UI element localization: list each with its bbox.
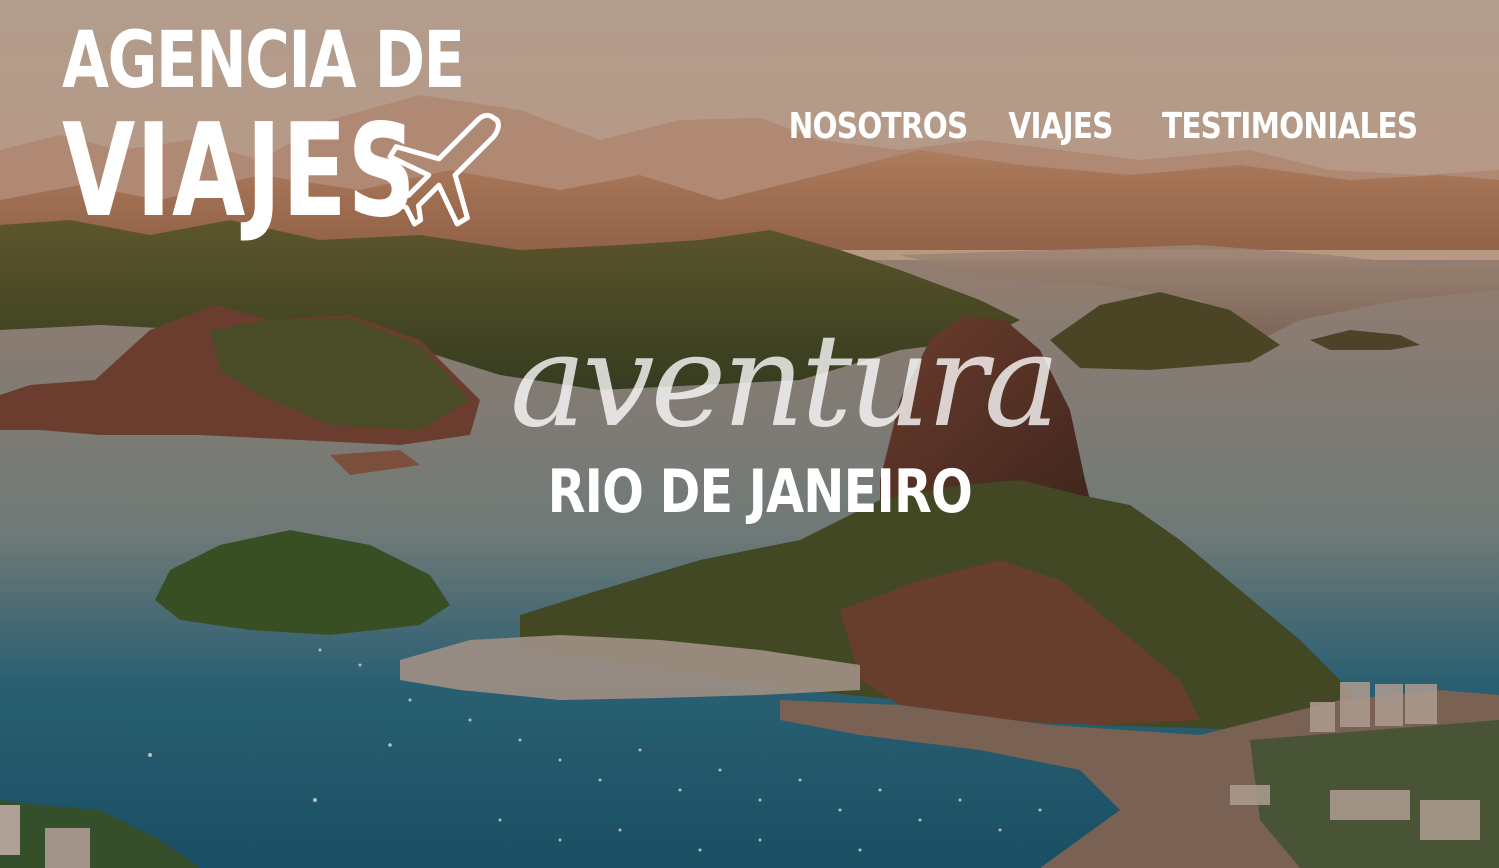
nav-link-nosotros[interactable]: NOSOTROS — [788, 106, 968, 147]
hero-destination-text: RIO DE JANEIRO — [547, 457, 973, 527]
hero-section: AGENCIA DE VIAJES NOSOTROS VIAJES TESTIM… — [0, 0, 1499, 868]
main-navigation: NOSOTROS VIAJES TESTIMONIALES — [783, 106, 1431, 147]
logo-line-agencia: AGENCIA DE — [62, 16, 465, 106]
brand-logo[interactable]: AGENCIA DE VIAJES — [62, 16, 512, 236]
nav-link-testimoniales[interactable]: TESTIMONIALES — [1162, 106, 1418, 147]
nav-link-viajes[interactable]: VIAJES — [1008, 106, 1113, 147]
logo-line-viajes: VIAJES — [62, 97, 417, 246]
airplane-icon — [387, 112, 501, 227]
hero-destination: RIO DE JANEIRO — [500, 462, 1020, 522]
hero-tagline: aventura — [510, 307, 1060, 456]
